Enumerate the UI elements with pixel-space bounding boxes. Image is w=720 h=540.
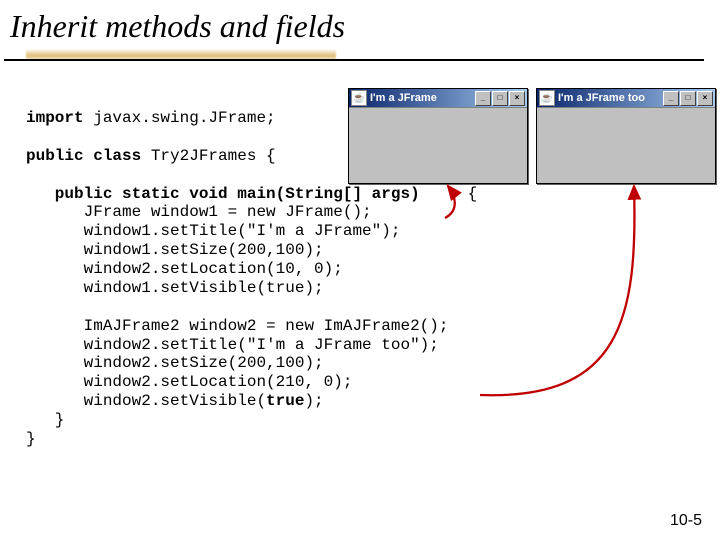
code-text: window2.setSize(200,100); <box>26 354 324 372</box>
page-number: 10-5 <box>670 512 702 530</box>
window-buttons: _ □ × <box>663 91 713 106</box>
jframe-window-2-body <box>537 107 715 180</box>
code-text: } <box>26 430 36 448</box>
code-text: window1.setVisible(true); <box>26 279 324 297</box>
code-text: window2.setLocation(10, 0); <box>26 260 343 278</box>
code-text: { <box>420 185 478 203</box>
code-kw: true <box>266 392 304 410</box>
java-icon: ☕ <box>351 90 367 106</box>
window-buttons: _ □ × <box>475 91 525 106</box>
java-icon: ☕ <box>539 90 555 106</box>
jframe-window-1-body <box>349 107 527 180</box>
jframe-window-2-titlebar: ☕ I'm a JFrame too _ □ × <box>537 89 715 107</box>
maximize-icon: □ <box>492 91 508 106</box>
code-text: ); <box>304 392 323 410</box>
close-icon: × <box>509 91 525 106</box>
code-text: window1.setTitle("I'm a JFrame"); <box>26 222 400 240</box>
code-kw: public class <box>26 147 141 165</box>
jframe-window-1-title: I'm a JFrame <box>370 92 475 104</box>
jframe-window-2: ☕ I'm a JFrame too _ □ × <box>536 88 716 184</box>
minimize-icon: _ <box>663 91 679 106</box>
code-text: Try2JFrames { <box>141 147 275 165</box>
maximize-icon: □ <box>680 91 696 106</box>
title-underline <box>0 49 720 61</box>
code-text: window1.setSize(200,100); <box>26 241 324 259</box>
code-text: JFrame window1 = new JFrame(); <box>26 203 372 221</box>
minimize-icon: _ <box>475 91 491 106</box>
code-text: window2.setTitle("I'm a JFrame too"); <box>26 336 439 354</box>
code-text: ImAJFrame2 window2 = new ImAJFrame2(); <box>26 317 448 335</box>
code-kw: import <box>26 109 84 127</box>
code-text: window2.setVisible( <box>26 392 266 410</box>
underline-bar <box>4 59 704 61</box>
code-text: } <box>26 411 64 429</box>
close-icon: × <box>697 91 713 106</box>
code-text: public static void main(String[] args) <box>26 185 420 203</box>
code-text: javax.swing.JFrame; <box>84 109 276 127</box>
jframe-window-2-title: I'm a JFrame too <box>558 92 663 104</box>
jframe-window-1-titlebar: ☕ I'm a JFrame _ □ × <box>349 89 527 107</box>
slide-title: Inherit methods and fields <box>0 0 720 49</box>
jframe-window-1: ☕ I'm a JFrame _ □ × <box>348 88 528 184</box>
code-text: window2.setLocation(210, 0); <box>26 373 352 391</box>
